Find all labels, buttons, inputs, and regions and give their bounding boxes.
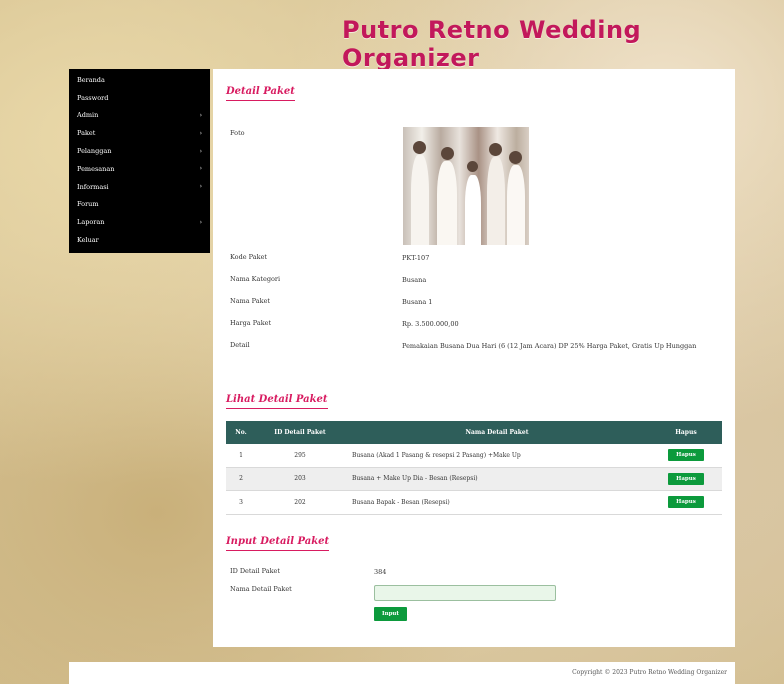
column-header: Nama Detail Paket	[344, 421, 650, 444]
table-header-row: No. ID Detail Paket Nama Detail Paket Ha…	[226, 421, 722, 444]
column-header: No.	[226, 421, 256, 444]
nama-kategori-value: Busana	[402, 276, 427, 284]
row-no: 1	[226, 444, 256, 468]
sidebar-menu: Beranda Password Admin › Paket › Pelanggan…	[69, 69, 210, 253]
nama-kategori-label: Nama Kategori	[230, 275, 281, 283]
chevron-right-icon: ›	[199, 147, 202, 155]
sidebar-item-label: Beranda	[77, 75, 105, 84]
hapus-button[interactable]: Hapus	[668, 472, 704, 485]
sidebar-item-beranda[interactable]: Beranda	[69, 71, 210, 89]
sidebar-item-paket[interactable]: Paket ›	[69, 124, 210, 142]
content-panel: Detail Paket Foto Kode Paket PKT-107 Nam…	[213, 69, 735, 647]
sidebar-item-label: Password	[77, 93, 109, 102]
nama-detail-input[interactable]	[374, 584, 556, 601]
harga-paket-value: Rp. 3.500.000,00	[402, 320, 459, 328]
row-no: 2	[226, 467, 256, 491]
row-name: Busana + Make Up Dia - Besan (Resepsi)	[344, 467, 650, 491]
sidebar-item-forum[interactable]: Forum	[69, 196, 210, 214]
sidebar-item-label: Admin	[77, 111, 99, 120]
sidebar-item-keluar[interactable]: Keluar	[69, 231, 210, 249]
id-detail-label: ID Detail Paket	[230, 566, 280, 575]
hapus-button[interactable]: Hapus	[668, 496, 704, 509]
sidebar-item-label: Laporan	[77, 218, 105, 227]
detail-table: No. ID Detail Paket Nama Detail Paket Ha…	[226, 421, 722, 515]
row-name: Busana (Akad 1 Pasang & resepsi 2 Pasang…	[344, 444, 650, 468]
harga-paket-label: Harga Paket	[230, 319, 272, 327]
column-header: ID Detail Paket	[256, 421, 344, 444]
row-id: 202	[256, 490, 344, 515]
sidebar-item-label: Pelanggan	[77, 147, 112, 156]
chevron-right-icon: ›	[199, 129, 202, 137]
id-detail-value: 384	[374, 567, 387, 576]
sidebar-item-informasi[interactable]: Informasi ›	[69, 178, 210, 196]
detail-label: Detail	[230, 341, 250, 349]
copyright-text: Copyright © 2023 Putro Retno Wedding Org…	[572, 669, 727, 676]
detail-title: Detail Paket	[226, 86, 295, 101]
foto-label: Foto	[230, 129, 245, 137]
nama-paket-value: Busana 1	[402, 298, 433, 306]
nama-detail-label: Nama Detail Paket	[230, 584, 292, 593]
chevron-right-icon: ›	[199, 183, 202, 191]
table-row: 1 295 Busana (Akad 1 Pasang & resepsi 2 …	[226, 444, 722, 468]
input-section: Input Detail Paket ID Detail Paket 384 N…	[226, 529, 722, 629]
input-title: Input Detail Paket	[226, 536, 330, 551]
sidebar-item-admin[interactable]: Admin ›	[69, 107, 210, 125]
sidebar-item-label: Informasi	[77, 182, 109, 191]
sidebar-item-password[interactable]: Password	[69, 89, 210, 107]
footer: Copyright © 2023 Putro Retno Wedding Org…	[69, 662, 735, 684]
chevron-right-icon: ›	[199, 111, 202, 119]
package-photo	[403, 127, 529, 245]
row-id: 295	[256, 444, 344, 468]
list-section: Lihat Detail Paket No. ID Detail Paket N…	[226, 387, 722, 515]
sidebar-item-label: Pemesanan	[77, 164, 115, 173]
nama-paket-label: Nama Paket	[230, 297, 271, 305]
list-title: Lihat Detail Paket	[226, 394, 328, 409]
sidebar-item-label: Forum	[77, 200, 99, 209]
table-row: 3 202 Busana Bapak - Besan (Resepsi) Hap…	[226, 490, 722, 515]
site-title: Putro Retno Wedding Organizer	[342, 16, 642, 72]
hapus-button[interactable]: Hapus	[668, 449, 704, 462]
row-name: Busana Bapak - Besan (Resepsi)	[344, 490, 650, 515]
sidebar-item-label: Keluar	[77, 236, 99, 245]
detail-value: Pemakaian Busana Dua Hari (6 (12 Jam Aca…	[402, 342, 697, 350]
chevron-right-icon: ›	[199, 165, 202, 173]
sidebar-item-pelanggan[interactable]: Pelanggan ›	[69, 142, 210, 160]
column-header: Hapus	[650, 421, 722, 444]
detail-section: Detail Paket Foto Kode Paket PKT-107 Nam…	[226, 79, 722, 379]
sidebar-item-laporan[interactable]: Laporan ›	[69, 213, 210, 231]
chevron-right-icon: ›	[199, 218, 202, 226]
table-row: 2 203 Busana + Make Up Dia - Besan (Rese…	[226, 467, 722, 491]
kode-paket-label: Kode Paket	[230, 253, 268, 261]
input-submit-button[interactable]: Input	[374, 606, 407, 621]
sidebar-item-label: Paket	[77, 129, 96, 138]
sidebar-item-pemesanan[interactable]: Pemesanan ›	[69, 160, 210, 178]
row-id: 203	[256, 467, 344, 491]
row-no: 3	[226, 490, 256, 515]
kode-paket-value: PKT-107	[402, 254, 430, 262]
